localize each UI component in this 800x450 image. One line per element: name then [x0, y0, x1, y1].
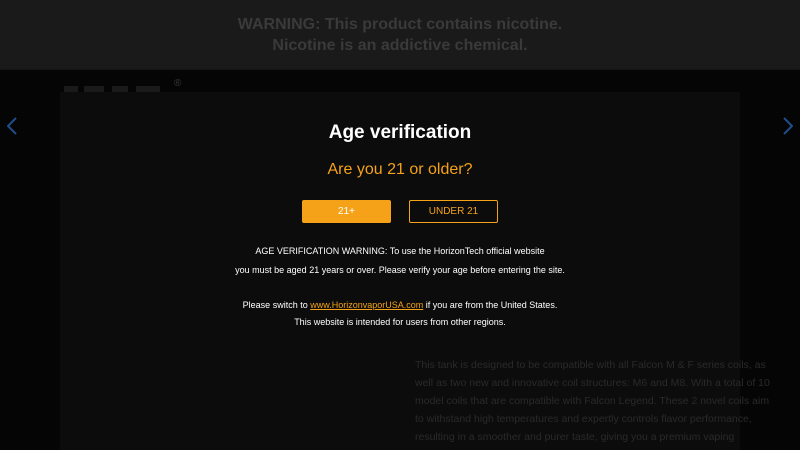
switch-suffix: if you are from the United States. — [423, 300, 558, 310]
modal-title: Age verification — [328, 122, 472, 143]
age-warning-line-2: you must be aged 21 years or over. Pleas… — [235, 265, 565, 275]
page: WARNING: This product contains nicotine.… — [0, 0, 800, 450]
confirm-21-plus-button[interactable]: 21+ — [302, 200, 391, 223]
age-question: Are you 21 or older? — [327, 161, 473, 178]
regions-note: This website is intended for users from … — [294, 317, 506, 327]
region-switch-notice: Please switch to www.HorizonvaporUSA.com… — [180, 300, 620, 311]
under-21-button[interactable]: UNDER 21 — [409, 200, 498, 223]
age-warning-line-1: AGE VERIFICATION WARNING: To use the Hor… — [255, 246, 545, 256]
usa-site-link[interactable]: www.HorizonvaporUSA.com — [310, 300, 423, 310]
age-verification-modal: Age verification Are you 21 or older? 21… — [180, 110, 620, 340]
switch-prefix: Please switch to — [242, 300, 311, 310]
